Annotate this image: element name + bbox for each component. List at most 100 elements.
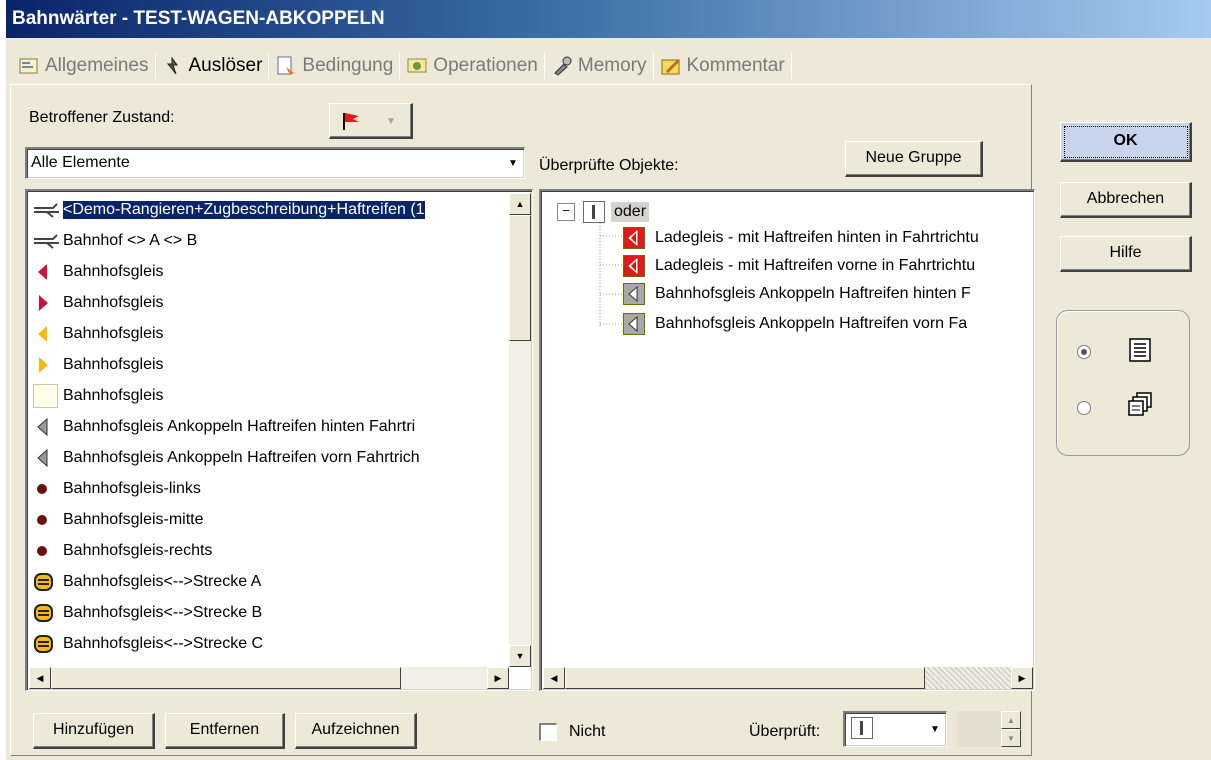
spin-down-icon[interactable]: ▼	[1001, 729, 1021, 747]
scroll-right-icon[interactable]: ▶	[1011, 667, 1033, 689]
record-button[interactable]: Aufzeichnen	[295, 713, 417, 749]
filter-combobox[interactable]: Alle Elemente ▼	[25, 147, 525, 179]
state-flag-dropdown[interactable]: ▼	[329, 103, 413, 139]
signal-gray-icon	[623, 313, 645, 335]
cancel-button[interactable]: Abbrechen	[1060, 182, 1192, 218]
state-label: Betroffener Zustand:	[29, 109, 175, 126]
help-button[interactable]: Hilfe	[1060, 236, 1192, 272]
or-gate-icon	[851, 717, 873, 739]
list-item[interactable]: Bahnhofsgleis Ankoppeln Haftreifen vorn …	[29, 442, 509, 473]
list-item-label: Bahnhofsgleis<-->Strecke B	[63, 603, 263, 621]
list-item[interactable]: Bahnhofsgleis<-->Strecke B	[29, 597, 509, 628]
element-list[interactable]: <Demo-Rangieren+Zugbeschreibung+Haftreif…	[25, 189, 533, 691]
vertical-scrollbar[interactable]: ▲ ▼	[509, 193, 531, 667]
ok-button[interactable]: OK	[1060, 122, 1192, 162]
list-item-label: Bahnhofsgleis<-->Strecke C	[63, 634, 264, 652]
tab-strip: Allgemeines Auslöser Bedingung Operation…	[14, 50, 794, 82]
tree-viewport: − oder Ladegleis - mit Haftreifen hinten…	[543, 193, 1033, 667]
list-item-label: Bahnhofsgleis	[63, 293, 164, 311]
title-bar: Bahnwärter - TEST-WAGEN-ABKOPPELN	[6, 0, 1211, 38]
list-item[interactable]: Bahnhof <> A <> B	[29, 225, 509, 256]
signal-gray-icon	[623, 283, 645, 305]
checked-objects-label: Überprüfte Objekte:	[539, 157, 679, 174]
tab-separator	[543, 53, 545, 79]
comment-icon	[660, 55, 682, 77]
list-item-label: Bahnhofsgleis<-->Strecke A	[63, 572, 262, 590]
condition-icon	[275, 55, 297, 77]
list-item[interactable]: Bahnhofsgleis	[29, 380, 509, 411]
list-item[interactable]: Bahnhofsgleis-links	[29, 473, 509, 504]
signal-right-red-icon	[33, 291, 63, 315]
signal-left-gray-icon	[33, 415, 63, 439]
radio-dot	[1081, 349, 1087, 355]
list-item[interactable]: Bahnhofsgleis	[29, 349, 509, 380]
tab-label: Kommentar	[686, 55, 785, 76]
list-item[interactable]: Bahnhofsgleis-mitte	[29, 504, 509, 535]
block-arrow-icon	[33, 570, 63, 594]
tab-ausloeser[interactable]: Auslöser	[158, 50, 267, 82]
view-cascade-radio[interactable]	[1077, 401, 1091, 415]
route-icon	[33, 198, 63, 222]
new-group-button[interactable]: Neue Gruppe	[845, 141, 983, 177]
tree-item-label: Ladegleis - mit Haftreifen hinten in Fah…	[655, 229, 979, 246]
not-checkbox-row[interactable]: Nicht	[539, 723, 605, 741]
list-view-icon	[1127, 337, 1155, 370]
dialog-window: Allgemeines Auslöser Bedingung Operation…	[6, 38, 1211, 760]
list-item-label: Bahnhofsgleis	[63, 386, 164, 404]
not-checkbox[interactable]	[539, 723, 557, 741]
tab-operationen[interactable]: Operationen	[402, 50, 542, 82]
horizontal-scrollbar[interactable]: ◀ ▶	[29, 667, 509, 689]
tab-panel: Betroffener Zustand: ▼ Alle Elemente ▼ <…	[10, 84, 1035, 756]
scroll-down-icon[interactable]: ▼	[509, 645, 531, 667]
memory-icon	[551, 55, 573, 77]
filter-value: Alle Elemente	[31, 154, 130, 171]
scroll-left-icon[interactable]: ◀	[29, 667, 51, 689]
tab-kommentar[interactable]: Kommentar	[656, 50, 789, 82]
chevron-down-icon[interactable]: ▼	[502, 149, 524, 178]
list-item-label: Bahnhofsgleis-mitte	[63, 510, 204, 528]
checks-combobox[interactable]: ▼	[843, 711, 947, 747]
tab-allgemeines[interactable]: Allgemeines	[14, 50, 153, 82]
chevron-down-icon: ▼	[386, 116, 396, 127]
scroll-up-icon[interactable]: ▲	[509, 193, 531, 215]
tree-item[interactable]: Ladegleis - mit Haftreifen hinten in Fah…	[623, 223, 979, 253]
remove-button[interactable]: Entfernen	[165, 713, 285, 749]
scrollbar-thumb[interactable]	[509, 215, 531, 341]
tab-label: Memory	[577, 55, 647, 76]
horizontal-scrollbar[interactable]: ◀ ▶	[543, 667, 1033, 689]
number-field[interactable]	[957, 711, 1001, 747]
tree-item[interactable]: Bahnhofsgleis Ankoppeln Haftreifen hinte…	[623, 279, 971, 309]
list-item-label: <Demo-Rangieren+Zugbeschreibung+Haftreif…	[63, 200, 425, 219]
list-item[interactable]: Bahnhofsgleis Ankoppeln Haftreifen hinte…	[29, 411, 509, 442]
checked-objects-tree[interactable]: − oder Ladegleis - mit Haftreifen hinten…	[539, 189, 1035, 691]
list-item[interactable]: Bahnhofsgleis	[29, 256, 509, 287]
list-item-label: Bahnhof <> A <> B	[63, 231, 198, 249]
scrollbar-thumb[interactable]	[565, 667, 925, 689]
block-arrow-icon	[33, 632, 63, 656]
list-item[interactable]: Bahnhofsgleis<-->Strecke C	[29, 628, 509, 659]
scroll-right-icon[interactable]: ▶	[487, 667, 509, 689]
spinner[interactable]: ▲ ▼	[1001, 711, 1021, 747]
chevron-down-icon[interactable]: ▼	[924, 713, 946, 746]
tab-memory[interactable]: Memory	[547, 50, 651, 82]
tree-item[interactable]: Bahnhofsgleis Ankoppeln Haftreifen vorn …	[623, 309, 967, 339]
tab-label: Allgemeines	[45, 55, 149, 76]
tab-bedingung[interactable]: Bedingung	[271, 50, 397, 82]
view-list-radio[interactable]	[1077, 345, 1091, 359]
tab-separator	[154, 53, 156, 79]
scrollbar-track	[925, 667, 1011, 689]
tree-item[interactable]: Ladegleis - mit Haftreifen vorne in Fahr…	[623, 251, 975, 281]
list-item[interactable]: Bahnhofsgleis<-->Strecke A	[29, 566, 509, 597]
signal-left-red-icon	[33, 260, 63, 284]
list-item[interactable]: Bahnhofsgleis-rechts	[29, 535, 509, 566]
list-item[interactable]: Bahnhofsgleis	[29, 287, 509, 318]
list-item-label: Bahnhofsgleis Ankoppeln Haftreifen hinte…	[63, 417, 416, 435]
list-item[interactable]: <Demo-Rangieren+Zugbeschreibung+Haftreif…	[29, 194, 509, 225]
scroll-left-icon[interactable]: ◀	[543, 667, 565, 689]
list-item[interactable]: Bahnhofsgleis	[29, 318, 509, 349]
add-button[interactable]: Hinzufügen	[33, 713, 155, 749]
spin-up-icon[interactable]: ▲	[1001, 711, 1021, 729]
checks-label: Überprüft:	[749, 723, 821, 740]
signal-red-icon	[623, 255, 645, 277]
scrollbar-thumb[interactable]	[51, 667, 401, 689]
